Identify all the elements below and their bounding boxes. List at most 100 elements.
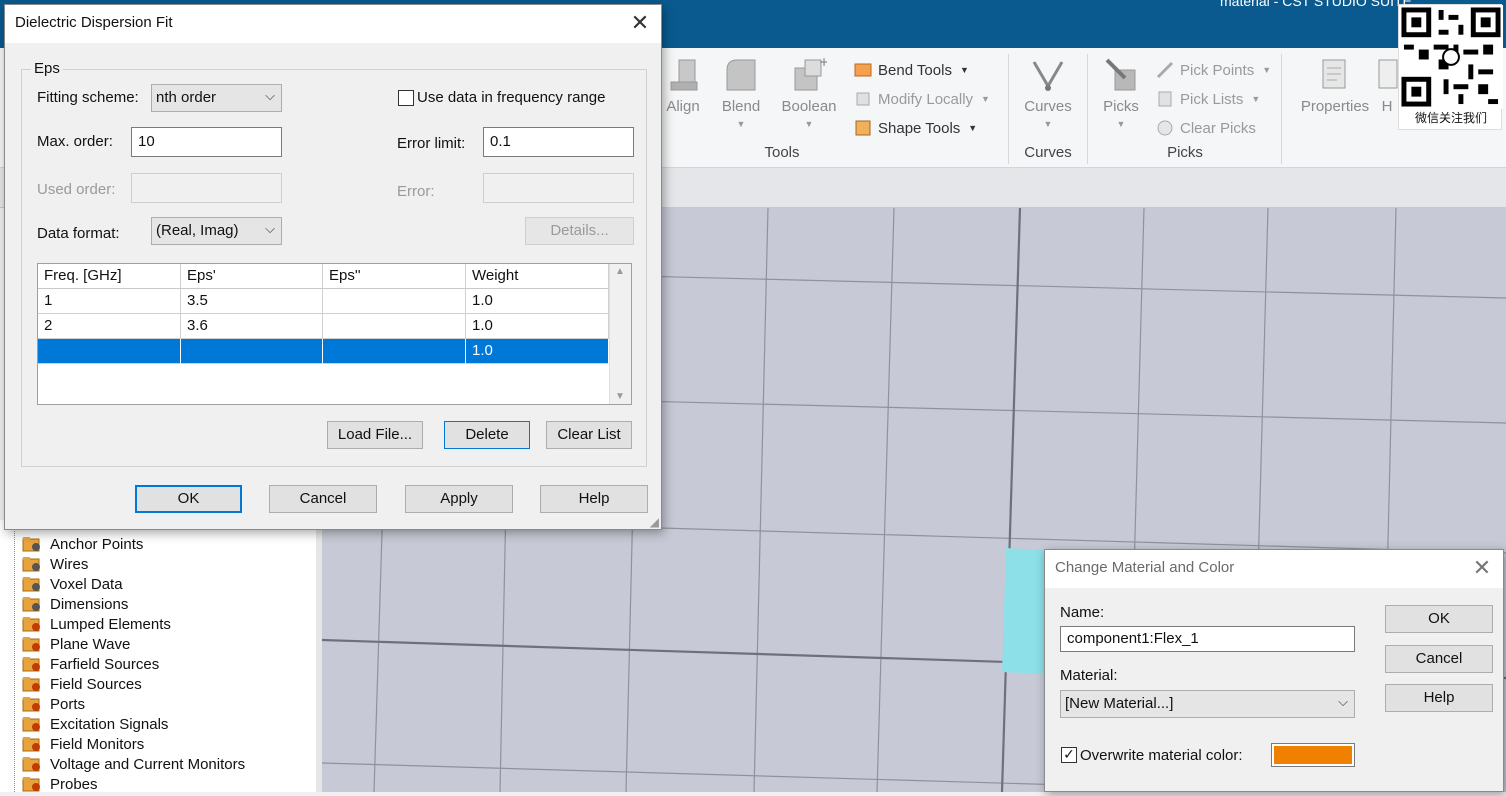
pick-lists-dropdown-icon: ▼ bbox=[1251, 94, 1261, 104]
table-cell-selected[interactable] bbox=[38, 339, 181, 364]
error-label: Error: bbox=[397, 183, 435, 200]
fitting-scheme-dropdown[interactable]: nth order ⌵ bbox=[151, 84, 282, 112]
error-field bbox=[483, 173, 634, 203]
close-icon[interactable]: ✕ bbox=[1467, 554, 1497, 584]
tree-item-dimensions[interactable]: Dimensions bbox=[22, 594, 128, 614]
help-button[interactable]: Help bbox=[1385, 684, 1493, 712]
max-order-field[interactable]: 10 bbox=[131, 127, 282, 157]
table-cell-selected[interactable]: 1.0 bbox=[466, 339, 609, 364]
curves-button[interactable]: Curves ▼ bbox=[1013, 56, 1083, 129]
table-cell[interactable]: 3.6 bbox=[181, 314, 323, 339]
app-title: material - CST STUDIO SUITE bbox=[1220, 0, 1412, 9]
blend-dropdown-icon[interactable]: ▼ bbox=[706, 119, 776, 129]
folder-icon bbox=[22, 776, 42, 792]
folder-icon bbox=[22, 556, 42, 572]
tree-item-farfield-sources[interactable]: Farfield Sources bbox=[22, 654, 159, 674]
clear-list-button[interactable]: Clear List bbox=[546, 421, 632, 449]
modify-locally-button[interactable]: Modify Locally ▼ bbox=[854, 87, 990, 111]
material-dropdown[interactable]: [New Material...] ⌵ bbox=[1060, 690, 1355, 718]
change-material-dialog: Change Material and Color ✕ Name: compon… bbox=[1044, 549, 1504, 792]
table-cell-selected[interactable] bbox=[323, 339, 466, 364]
tree-item-anchor-points[interactable]: Anchor Points bbox=[22, 534, 143, 554]
selected-face[interactable] bbox=[1002, 548, 1044, 674]
table-header-freq[interactable]: Freq. [GHz] bbox=[38, 264, 181, 289]
data-format-dropdown[interactable]: (Real, Imag) ⌵ bbox=[151, 217, 282, 245]
ok-button[interactable]: OK bbox=[1385, 605, 1493, 633]
table-cell[interactable] bbox=[323, 314, 466, 339]
table-scrollbar[interactable]: ▲ ▼ bbox=[609, 264, 631, 404]
color-swatch bbox=[1274, 746, 1352, 764]
tree-item-voltage-current-monitors[interactable]: Voltage and Current Monitors bbox=[22, 754, 245, 774]
table-header-eps-real[interactable]: Eps' bbox=[181, 264, 323, 289]
tree-item-label: Lumped Elements bbox=[50, 615, 171, 633]
used-order-field bbox=[131, 173, 282, 203]
bend-tools-button[interactable]: Bend Tools ▼ bbox=[854, 58, 969, 82]
load-file-button[interactable]: Load File... bbox=[327, 421, 423, 449]
table-header-weight[interactable]: Weight bbox=[466, 264, 609, 289]
table-cell-selected[interactable] bbox=[181, 339, 323, 364]
scroll-up-icon[interactable]: ▲ bbox=[615, 266, 625, 277]
blend-label: Blend bbox=[721, 98, 761, 115]
pick-points-label: Pick Points bbox=[1180, 61, 1255, 79]
ribbon-separator bbox=[1281, 54, 1282, 164]
material-value: [New Material...] bbox=[1065, 695, 1174, 712]
table-cell[interactable]: 1 bbox=[38, 289, 181, 314]
picks-button[interactable]: Picks ▼ bbox=[1086, 56, 1156, 129]
scroll-down-icon[interactable]: ▼ bbox=[615, 391, 625, 402]
shape-tools-dropdown-icon: ▼ bbox=[968, 123, 978, 133]
close-icon[interactable]: ✕ bbox=[625, 9, 655, 39]
clear-picks-button[interactable]: Clear Picks bbox=[1156, 116, 1256, 140]
table-cell[interactable]: 1.0 bbox=[466, 314, 609, 339]
dialog-titlebar[interactable]: Dielectric Dispersion Fit ✕ bbox=[5, 5, 661, 43]
table-header-eps-imag[interactable]: Eps'' bbox=[323, 264, 466, 289]
picks-group-label: Picks bbox=[1167, 144, 1203, 161]
max-order-label: Max. order: bbox=[37, 133, 113, 150]
color-swatch-button[interactable] bbox=[1271, 743, 1355, 767]
picks-dropdown-icon[interactable]: ▼ bbox=[1086, 119, 1156, 129]
boolean-button[interactable]: + Boolean ▼ bbox=[774, 56, 844, 129]
resize-grip-icon[interactable]: ◢ bbox=[650, 515, 659, 529]
pick-points-dropdown-icon: ▼ bbox=[1262, 65, 1272, 75]
dialog-titlebar[interactable]: Change Material and Color ✕ bbox=[1045, 550, 1503, 588]
tree-item-plane-wave[interactable]: Plane Wave bbox=[22, 634, 130, 654]
blend-button[interactable]: Blend ▼ bbox=[706, 56, 776, 129]
cancel-button[interactable]: Cancel bbox=[1385, 645, 1493, 673]
tree-item-field-monitors[interactable]: Field Monitors bbox=[22, 734, 144, 754]
use-data-checkbox[interactable] bbox=[398, 90, 414, 106]
bend-tools-icon bbox=[854, 63, 872, 77]
boolean-dropdown-icon[interactable]: ▼ bbox=[774, 119, 844, 129]
shape-tools-button[interactable]: Shape Tools ▼ bbox=[854, 116, 977, 140]
dispersion-data-table[interactable]: Freq. [GHz] Eps' Eps'' Weight 1 3.5 1.0 … bbox=[37, 263, 632, 405]
help-button[interactable]: Help bbox=[540, 485, 648, 513]
tree-item-ports[interactable]: Ports bbox=[22, 694, 85, 714]
pick-points-icon bbox=[1156, 61, 1174, 79]
table-cell[interactable]: 2 bbox=[38, 314, 181, 339]
name-field[interactable]: component1:Flex_1 bbox=[1060, 626, 1355, 652]
tree-item-excitation-signals[interactable]: Excitation Signals bbox=[22, 714, 168, 734]
curves-dropdown-icon[interactable]: ▼ bbox=[1013, 119, 1083, 129]
pick-points-button[interactable]: Pick Points ▼ bbox=[1156, 58, 1271, 82]
pick-lists-icon bbox=[1158, 91, 1172, 107]
table-cell[interactable]: 3.5 bbox=[181, 289, 323, 314]
tree-item-field-sources[interactable]: Field Sources bbox=[22, 674, 142, 694]
ok-button[interactable]: OK bbox=[135, 485, 242, 513]
curves-icon bbox=[1032, 61, 1064, 91]
error-limit-field[interactable]: 0.1 bbox=[483, 127, 634, 157]
shape-tools-icon bbox=[855, 120, 871, 136]
tree-item-probes[interactable]: Probes bbox=[22, 774, 98, 794]
table-cell[interactable]: 1.0 bbox=[466, 289, 609, 314]
pick-lists-button[interactable]: Pick Lists ▼ bbox=[1156, 87, 1260, 111]
properties-button[interactable]: Properties bbox=[1292, 56, 1378, 115]
apply-button[interactable]: Apply bbox=[405, 485, 513, 513]
table-cell[interactable] bbox=[323, 289, 466, 314]
cancel-button[interactable]: Cancel bbox=[269, 485, 377, 513]
bend-tools-label: Bend Tools bbox=[878, 61, 952, 79]
delete-button[interactable]: Delete bbox=[444, 421, 530, 449]
overwrite-color-checkbox[interactable]: ✓ bbox=[1061, 747, 1077, 763]
tree-item-lumped-elements[interactable]: Lumped Elements bbox=[22, 614, 171, 634]
fitting-scheme-label: Fitting scheme: bbox=[37, 89, 139, 106]
details-button[interactable]: Details... bbox=[525, 217, 634, 245]
tree-item-voxel-data[interactable]: Voxel Data bbox=[22, 574, 123, 594]
chevron-down-icon: ⌵ bbox=[265, 88, 275, 103]
tree-item-wires[interactable]: Wires bbox=[22, 554, 88, 574]
